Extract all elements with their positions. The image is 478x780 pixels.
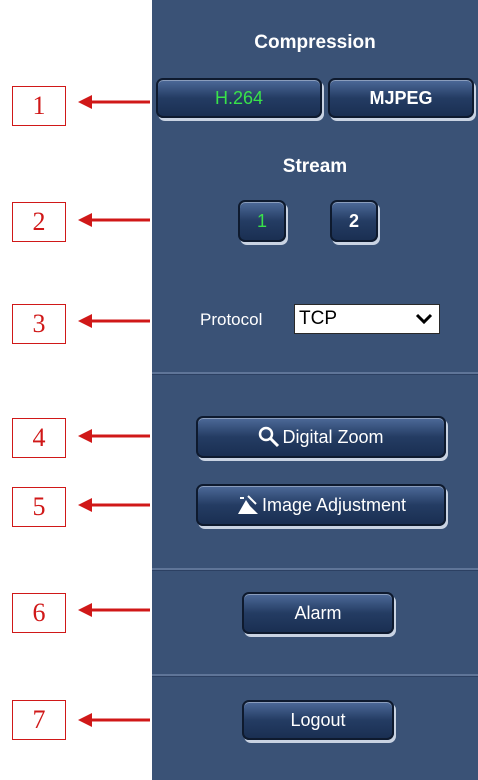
arrow-1-icon xyxy=(78,95,150,109)
callout-2: 2 xyxy=(12,202,66,242)
h264-button[interactable]: H.264 xyxy=(156,78,322,118)
protocol-label: Protocol xyxy=(200,310,263,329)
control-panel: Compression H.264 MJPEG Stream 1 2 Proto… xyxy=(152,0,478,780)
arrow-7-icon xyxy=(78,713,150,727)
callout-3: 3 xyxy=(12,304,66,344)
protocol-selected-value: TCP xyxy=(299,308,337,329)
alarm-button[interactable]: Alarm xyxy=(242,592,394,634)
image-adjustment-label: Image Adjustment xyxy=(261,494,407,515)
callout-5: 5 xyxy=(12,487,66,527)
arrow-2-icon xyxy=(78,213,150,227)
callout-7: 7 xyxy=(12,700,66,740)
compression-heading: Compression xyxy=(254,32,376,53)
callout-1: 1 xyxy=(12,86,66,126)
arrow-3-icon xyxy=(78,314,150,328)
divider xyxy=(152,568,478,571)
stream-1-button[interactable]: 1 xyxy=(238,200,286,242)
mjpeg-button[interactable]: MJPEG xyxy=(328,78,474,118)
logout-button[interactable]: Logout xyxy=(242,700,394,740)
arrow-5-icon xyxy=(78,498,150,512)
image-adjust-icon xyxy=(237,495,258,514)
protocol-select[interactable]: TCP xyxy=(294,304,440,334)
arrow-4-icon xyxy=(78,429,150,443)
image-adjustment-button[interactable]: Image Adjustment xyxy=(196,484,446,526)
digital-zoom-button[interactable]: Digital Zoom xyxy=(196,416,446,458)
arrow-6-icon xyxy=(78,603,150,617)
chevron-down-icon xyxy=(415,313,433,325)
callout-6: 6 xyxy=(12,593,66,633)
stream-2-button[interactable]: 2 xyxy=(330,200,378,242)
divider xyxy=(152,372,478,375)
digital-zoom-label: Digital Zoom xyxy=(282,426,384,447)
stream-heading: Stream xyxy=(282,156,348,177)
divider xyxy=(152,674,478,677)
callout-4: 4 xyxy=(12,418,66,458)
magnifier-icon xyxy=(259,426,280,448)
